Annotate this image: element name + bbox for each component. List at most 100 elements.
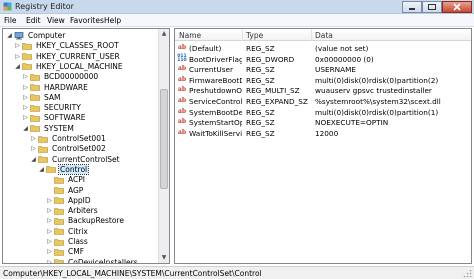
folder-icon <box>30 84 40 91</box>
collapse-icon[interactable]: ◢ <box>38 166 45 173</box>
resize-grip-icon[interactable] <box>463 269 472 278</box>
value-type: REG_SZ <box>246 128 275 138</box>
expand-icon[interactable]: ▷ <box>14 42 21 49</box>
value-data: wuauserv gpsvc trustedinstaller <box>315 86 432 96</box>
menu-file[interactable]: File <box>4 16 17 25</box>
collapse-icon[interactable]: ◢ <box>30 156 37 163</box>
minimize-icon <box>409 8 415 10</box>
folder-icon <box>30 73 40 81</box>
maximize-button[interactable] <box>422 1 442 13</box>
folder-icon <box>54 259 64 263</box>
folder-icon <box>22 53 32 60</box>
folder-open-icon <box>46 166 56 174</box>
tree-item-label: Class <box>68 237 88 246</box>
column-type-header[interactable]: Type <box>246 31 263 40</box>
folder-icon <box>22 63 32 71</box>
reg-string-icon: ab <box>177 65 187 73</box>
tree-scrollbar[interactable]: ▲ ▼ <box>158 29 169 263</box>
reg-string-icon: ab <box>177 118 187 126</box>
column-name-header[interactable]: Name <box>179 31 201 40</box>
expand-icon[interactable]: ▷ <box>22 94 29 101</box>
column-data-header[interactable]: Data <box>315 31 333 40</box>
minimize-button[interactable] <box>402 1 422 13</box>
menu-view[interactable]: View <box>47 16 65 25</box>
collapse-icon[interactable]: ◢ <box>14 63 21 70</box>
expand-icon[interactable]: ▷ <box>46 207 53 214</box>
registry-tree[interactable]: ▲ ▼ ◢ Computer ▷ HKEY_CLASSES_ROOT ▷ HKEY_CUR… <box>2 28 170 264</box>
expand-icon[interactable]: ▷ <box>22 84 29 91</box>
menu-help[interactable]: Help <box>104 16 121 25</box>
value-type: REG_SZ <box>246 65 275 75</box>
reg-string-icon: ab <box>177 75 187 83</box>
tree-item-label: CurrentControlSet <box>52 154 120 164</box>
tree-item-label: Computer <box>28 31 66 40</box>
values-list[interactable]: Name Type Data ab (Default) REG_SZ (value n… <box>174 28 472 264</box>
expand-icon[interactable]: ▷ <box>22 114 29 121</box>
folder-icon <box>22 42 32 50</box>
reg-binary-icon: 011 110 <box>177 53 187 63</box>
column-divider[interactable] <box>311 29 312 41</box>
folder-icon <box>38 156 48 163</box>
value-name: PreshutdownOr... <box>189 86 242 96</box>
folder-icon <box>30 125 40 132</box>
window-title: Registry Editor <box>15 2 74 11</box>
tree-item-label: HKEY_CURRENT_USER <box>36 51 120 61</box>
expand-icon[interactable]: ▷ <box>22 73 29 80</box>
value-name: SystemStartOpti... <box>189 118 242 128</box>
tree-item-label: Arbiters <box>68 206 98 216</box>
folder-icon <box>54 248 64 256</box>
menu-bar: File Edit View Favorites Help <box>0 14 474 27</box>
value-row[interactable]: abServiceControl... REG_EXPAND_SZ %systemr… <box>175 96 471 106</box>
scroll-down-icon[interactable]: ▼ <box>159 253 169 263</box>
value-row[interactable]: 011 110 BootDriverFlags REG_DWORD 0x00000000… <box>175 53 471 64</box>
collapse-icon[interactable]: ◢ <box>22 125 29 132</box>
expand-icon[interactable]: ▷ <box>22 104 29 111</box>
tree-item-label: CoDeviceInstallers <box>68 257 138 264</box>
value-name: WaitToKillServic... <box>189 128 242 138</box>
value-data: NOEXECUTE=OPTIN <box>315 118 389 128</box>
scroll-thumb[interactable] <box>160 89 168 189</box>
value-type: REG_SZ <box>246 44 275 53</box>
value-type: REG_MULTI_SZ <box>246 86 300 96</box>
menu-favorites[interactable]: Favorites <box>70 16 104 25</box>
menu-edit[interactable]: Edit <box>26 16 41 25</box>
value-row[interactable]: ab (Default) REG_SZ (value not set) <box>175 43 471 53</box>
expand-icon[interactable]: ▷ <box>46 248 53 255</box>
tree-item-label: ACPI <box>68 175 85 185</box>
value-row[interactable]: ab CurrentUser REG_SZ USERNAME <box>175 64 471 75</box>
value-row[interactable]: abWaitToKillServic... REG_SZ 12000 <box>175 128 471 138</box>
tree-item-label: ControlSet002 <box>52 144 106 154</box>
expand-icon[interactable]: ▷ <box>30 135 37 142</box>
expand-icon[interactable]: ▷ <box>14 53 21 60</box>
reg-string-icon: ab <box>177 86 187 94</box>
value-row[interactable]: abSystemBootDevi... REG_SZ multi(0)disk(0)… <box>175 107 471 117</box>
expand-icon[interactable]: ▷ <box>30 145 37 152</box>
expand-icon[interactable]: ▷ <box>46 217 53 224</box>
tree-item-label: Control <box>57 163 90 175</box>
tree-item-label: ControlSet001 <box>52 134 106 143</box>
reg-string-icon: ab <box>177 107 187 115</box>
collapse-icon[interactable]: ◢ <box>6 32 13 39</box>
scroll-up-icon[interactable]: ▲ <box>159 29 169 39</box>
expand-icon[interactable]: ▷ <box>46 259 53 263</box>
folder-icon <box>30 94 40 102</box>
folder-icon <box>54 207 64 215</box>
tree-item-label: AppID <box>68 195 91 205</box>
tree-item-label: SOFTWARE <box>44 113 86 123</box>
column-divider[interactable] <box>242 29 243 41</box>
folder-icon <box>54 228 64 235</box>
title-bar: Registry Editor <box>0 0 474 14</box>
value-row[interactable]: abFirmwareBootD... REG_SZ multi(0)disk(0)r… <box>175 75 471 85</box>
status-path: Computer\HKEY_LOCAL_MACHINE\SYSTEM\Curre… <box>3 269 262 278</box>
folder-icon <box>30 104 40 112</box>
value-type: REG_SZ <box>246 107 275 117</box>
expand-icon[interactable]: ▷ <box>46 197 53 204</box>
expand-icon[interactable]: ▷ <box>46 238 53 245</box>
tree-item[interactable]: ▷ CoDeviceInstallers <box>46 257 139 264</box>
value-row[interactable]: abPreshutdownOr... REG_MULTI_SZ wuauserv g… <box>175 85 471 96</box>
close-button[interactable] <box>442 1 472 13</box>
expand-icon[interactable]: ▷ <box>46 228 53 235</box>
value-row[interactable]: abSystemStartOpti... REG_SZ NOEXECUTE=OPT… <box>175 117 471 128</box>
value-type: REG_SZ <box>246 118 275 128</box>
close-icon <box>453 3 461 11</box>
